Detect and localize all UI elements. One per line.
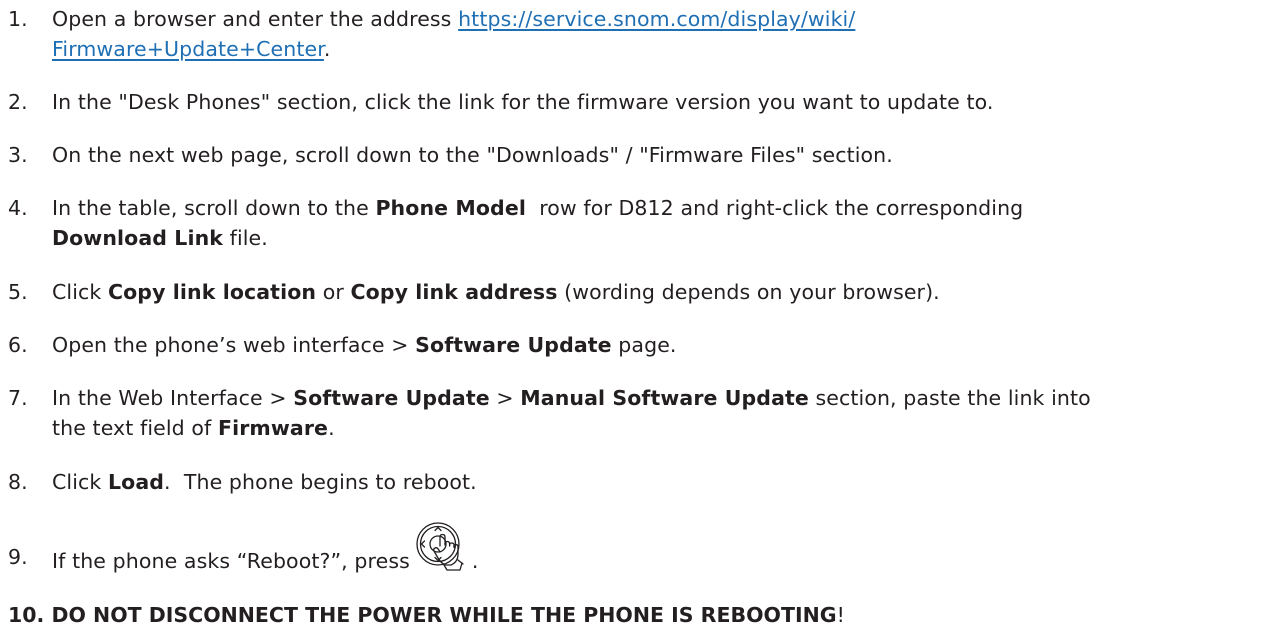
- copy-link-address-term: Copy link address: [350, 280, 558, 304]
- step-text: Open a browser and enter the address: [52, 7, 459, 31]
- software-update-term: Software Update: [415, 333, 612, 357]
- step-number: 6.: [8, 333, 28, 357]
- step-number: 7.: [8, 386, 28, 410]
- step-text: On the next web page, scroll down to the…: [52, 143, 893, 167]
- phone-model-term: Phone Model: [375, 196, 526, 220]
- step-number: 3.: [8, 143, 28, 167]
- manual-software-update-term: Manual Software Update: [520, 386, 809, 410]
- step-number: 2.: [8, 90, 28, 114]
- step-number: 1.: [8, 7, 28, 31]
- firmware-term: Firmware: [217, 416, 329, 440]
- step-text: In the "Desk Phones" section, click the …: [52, 90, 994, 114]
- power-warning: 10. DO NOT DISCONNECT THE POWER WHILE TH…: [8, 603, 845, 627]
- copy-link-location-term: Copy link location: [107, 280, 317, 304]
- navigation-key-press-icon: [414, 520, 472, 574]
- download-link-term: Download Link: [52, 226, 224, 250]
- software-update-term: Software Update: [293, 386, 490, 410]
- step-number: 9.: [8, 545, 28, 569]
- instruction-page: 1. Open a browser and enter the address …: [0, 0, 1279, 634]
- step-number: 8.: [8, 470, 28, 494]
- load-term: Load: [107, 470, 165, 494]
- step-number: 5.: [8, 280, 28, 304]
- step-number: 4.: [8, 196, 28, 220]
- warning-text: 10. DO NOT DISCONNECT THE POWER WHILE TH…: [8, 603, 837, 627]
